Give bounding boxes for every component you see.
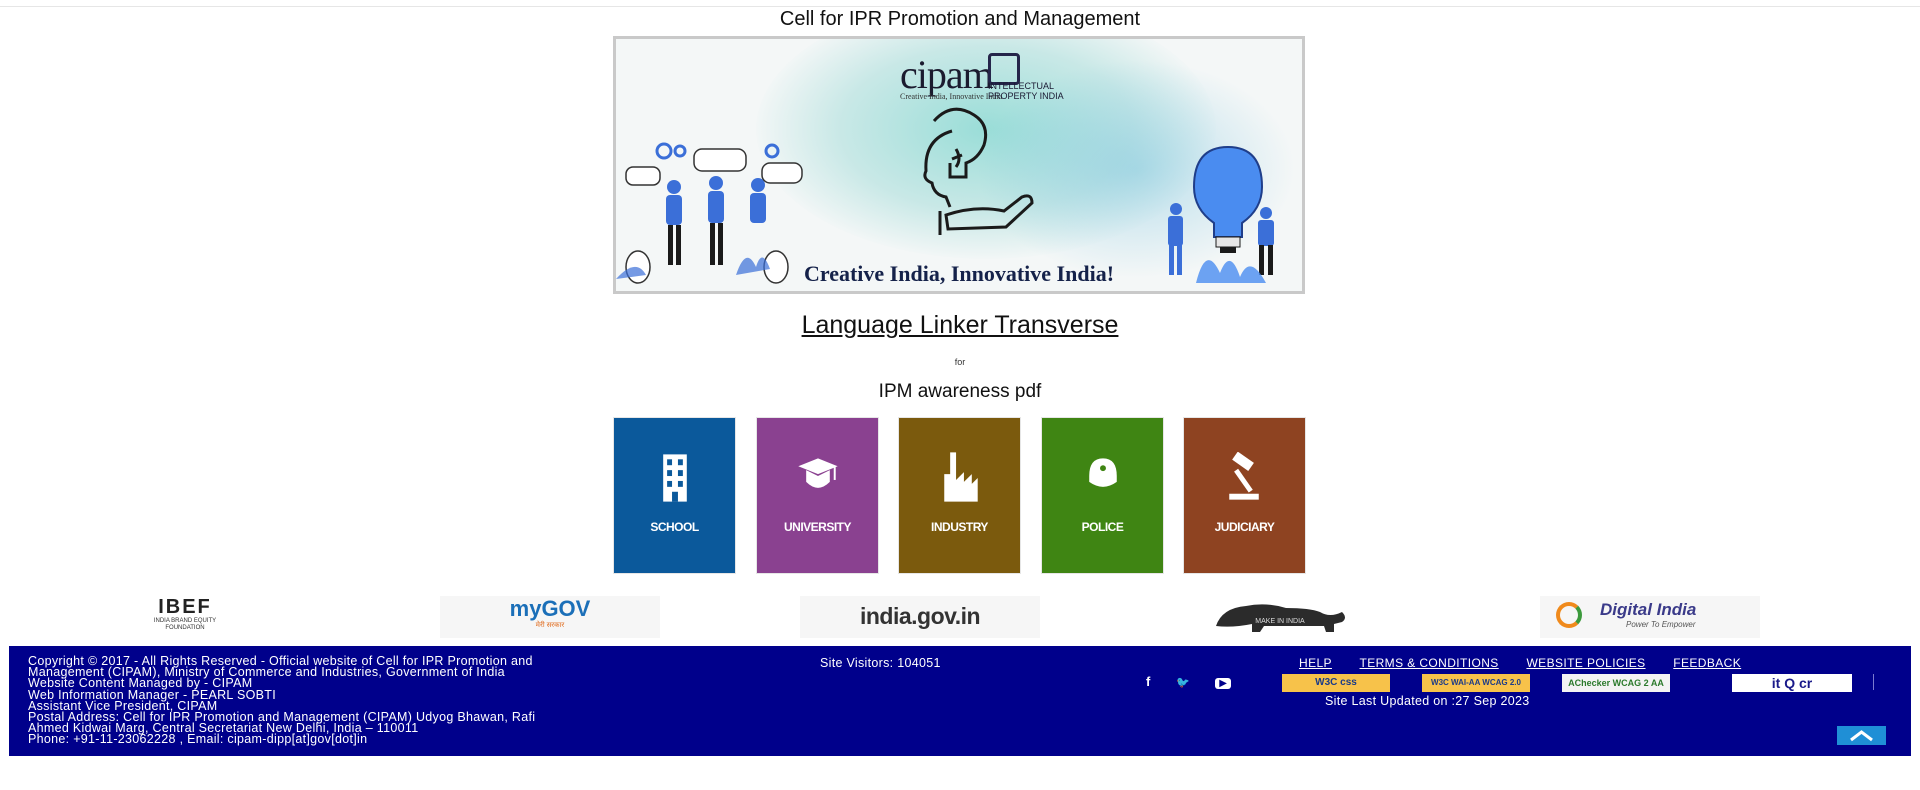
hero-banner: cipam Creative India, Innovative India I…	[613, 36, 1305, 294]
ibef-logo-text: IBEF	[158, 596, 212, 618]
building-icon	[663, 454, 687, 502]
ibef-logo-subtext: INDIA BRAND EQUITY FOUNDATION	[153, 618, 217, 631]
digital-india-logo[interactable]: Digital India Power To Empower	[1540, 596, 1760, 638]
tile-label: INDUSTRY	[931, 520, 988, 534]
language-linker-link[interactable]: Language Linker Transverse	[0, 311, 1920, 340]
facebook-icon[interactable]: f	[1146, 674, 1150, 689]
social-links: f 🐦 ▶	[1146, 674, 1253, 689]
twitter-icon[interactable]: 🐦	[1176, 676, 1190, 689]
digital-india-logo-text: Digital India	[1600, 600, 1697, 619]
india-gov-logo-text: india.gov.in	[859, 603, 981, 629]
chevron-up-icon	[1850, 730, 1873, 742]
mygov-logo-text: myGOV	[509, 596, 591, 621]
w3c-wai-badge[interactable]: W3C WAI-AA WCAG 2.0	[1422, 674, 1530, 692]
site-footer: Copyright © 2017 - All Rights Reserved -…	[9, 646, 1911, 756]
digital-india-mark-icon	[1556, 602, 1582, 628]
back-to-top-button[interactable]	[1837, 726, 1886, 745]
tile-university[interactable]: UNIVERSITY	[756, 417, 879, 574]
digital-india-logo-subtext: Power To Empower	[1626, 620, 1696, 629]
for-label: for	[954, 357, 966, 367]
terms-link[interactable]: TERMS & CONDITIONS	[1359, 656, 1498, 670]
footer-copyright: Copyright © 2017 - All Rights Reserved -…	[28, 655, 758, 747]
itqcr-badge[interactable]: it Q cr	[1732, 674, 1852, 692]
top-divider	[0, 6, 1920, 7]
tile-school[interactable]: SCHOOL	[613, 417, 736, 574]
india-gov-logo[interactable]: india.gov.in	[800, 596, 1040, 638]
tile-industry[interactable]: INDUSTRY	[898, 417, 1021, 574]
tile-police[interactable]: POLICE	[1041, 417, 1164, 574]
help-link[interactable]: HELP	[1299, 656, 1332, 670]
website-policies-link[interactable]: WEBSITE POLICIES	[1526, 656, 1645, 670]
mygov-logo[interactable]: myGOV मेरी सरकार	[440, 596, 660, 638]
banner-illustration	[616, 107, 1274, 284]
lion-icon: MAKE IN INDIA	[1216, 604, 1345, 632]
achecker-badge[interactable]: AChecker WCAG 2 AA	[1562, 674, 1670, 692]
police-helmet-icon	[1089, 458, 1117, 487]
graduation-cap-icon	[798, 458, 838, 488]
footer-links: HELP TERMS & CONDITIONS WEBSITE POLICIES…	[1299, 656, 1765, 670]
youtube-icon[interactable]: ▶	[1215, 678, 1231, 689]
tile-label: UNIVERSITY	[783, 520, 852, 534]
footer-divider	[1873, 674, 1874, 690]
feedback-link[interactable]: FEEDBACK	[1673, 656, 1741, 670]
site-last-updated: Site Last Updated on :27 Sep 2023	[1325, 694, 1530, 708]
gavel-icon	[1229, 452, 1259, 500]
tile-label: SCHOOL	[650, 520, 699, 534]
footer-line: Phone: +91-11-23062228 , Email: cipam-di…	[28, 732, 368, 747]
tile-label: JUDICIARY	[1214, 520, 1275, 534]
tile-label: POLICE	[1081, 520, 1124, 534]
mygov-logo-subtext: मेरी सरकार	[535, 622, 565, 629]
awareness-subheading: IPM awareness pdf	[878, 381, 1042, 402]
site-visitors: Site Visitors: 104051	[820, 656, 941, 670]
partner-logos: IBEF INDIA BRAND EQUITY FOUNDATION myGOV…	[0, 596, 1920, 638]
banner-tagline: Creative India, Innovative India!	[803, 261, 1115, 286]
factory-icon	[944, 452, 978, 502]
make-in-india-logo[interactable]: MAKE IN INDIA	[1200, 596, 1360, 638]
make-in-india-logo-text: MAKE IN INDIA	[1255, 618, 1305, 625]
ibef-logo[interactable]: IBEF INDIA BRAND EQUITY FOUNDATION	[100, 596, 270, 638]
w3c-css-badge[interactable]: W3C css	[1282, 674, 1390, 692]
tile-judiciary[interactable]: JUDICIARY	[1183, 417, 1306, 574]
site-title: Cell for IPR Promotion and Management	[779, 8, 1141, 30]
